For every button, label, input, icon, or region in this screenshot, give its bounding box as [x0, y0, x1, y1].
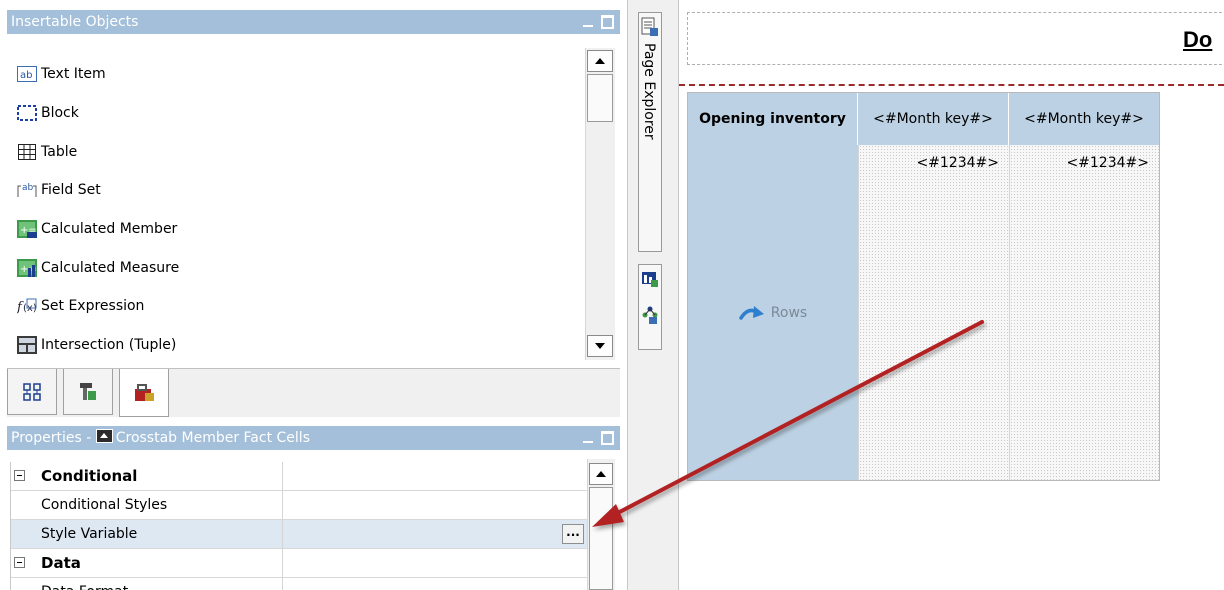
rows-arrow-icon: [739, 305, 764, 320]
scroll-up-icon[interactable]: [587, 50, 613, 72]
data-items-tab-icon: [80, 382, 96, 400]
scroll-thumb[interactable]: [587, 74, 613, 122]
scroll-up-icon[interactable]: [589, 463, 613, 485]
report-title-block[interactable]: Do: [687, 12, 1224, 65]
property-row-conditional-styles[interactable]: Conditional Styles: [11, 491, 587, 520]
crosstab-column-header[interactable]: <#Month key#>: [858, 93, 1009, 145]
property-row-data-format[interactable]: Data Format: [11, 578, 587, 590]
property-name: Conditional: [35, 462, 283, 490]
field-set-icon: ab: [17, 181, 37, 199]
explorer-rail: Page Explorer: [628, 0, 679, 590]
fact-value: <#1234#>: [916, 155, 999, 171]
query-explorer-tab[interactable]: [638, 264, 662, 350]
insertable-item-label: Block: [41, 105, 79, 121]
insertable-item-text-item[interactable]: ab Text Item: [17, 62, 106, 86]
toolbox-tab[interactable]: [119, 369, 169, 417]
table-icon: [17, 143, 37, 161]
insertable-item-table[interactable]: Table: [17, 140, 77, 164]
ellipsis-button[interactable]: ...: [562, 524, 584, 544]
insertable-item-label: Calculated Measure: [41, 260, 180, 276]
rows-label: Rows: [770, 304, 808, 321]
crosstab[interactable]: Opening inventory <#Month key#> <#Month …: [687, 92, 1160, 481]
scroll-thumb[interactable]: [589, 487, 613, 590]
properties-title-object: Crosstab Member Fact Cells: [115, 430, 310, 446]
property-row-style-variable[interactable]: Style Variable ...: [11, 520, 587, 549]
set-expression-icon: f (x): [17, 297, 37, 315]
properties-grid: Conditional Conditional Styles Style Var…: [10, 462, 587, 590]
property-name: Style Variable: [35, 520, 283, 548]
crosstab-fact-cell[interactable]: <#1234#>: [858, 145, 1009, 480]
insertable-item-intersection[interactable]: Intersection (Tuple): [17, 333, 176, 357]
fact-value: <#1234#>: [1066, 155, 1149, 171]
page-explorer-tab[interactable]: Page Explorer: [638, 12, 662, 252]
intersection-icon: [17, 336, 37, 354]
insertable-item-calculated-measure[interactable]: += Calculated Measure: [17, 256, 179, 280]
crosstab-fact-cells-icon: [95, 429, 113, 443]
crosstab-fact-cell[interactable]: <#1234#>: [1009, 145, 1159, 480]
insertable-item-label: Text Item: [41, 66, 106, 82]
insertable-item-label: Field Set: [41, 182, 101, 198]
svg-text:ab: ab: [20, 70, 32, 81]
properties-scrollbar[interactable]: [587, 459, 615, 590]
data-items-tab[interactable]: [63, 369, 113, 415]
crosstab-rows-dropzone[interactable]: Rows: [688, 145, 858, 480]
source-tab-icon: [23, 382, 41, 401]
text-item-icon: ab: [17, 65, 37, 83]
insertable-item-label: Set Expression: [41, 298, 145, 314]
condition-explorer-icon: [642, 306, 658, 324]
collapse-icon[interactable]: [14, 557, 25, 568]
insertable-item-block[interactable]: Block: [17, 101, 79, 125]
calculated-member-icon: +=: [17, 220, 37, 238]
maximize-icon[interactable]: [601, 431, 614, 445]
insertable-item-label: Intersection (Tuple): [41, 337, 177, 353]
toolbox-tab-icon: [135, 383, 154, 401]
property-group-conditional[interactable]: Conditional: [11, 462, 587, 491]
calculated-measure-icon: +=: [17, 259, 37, 277]
minimize-icon[interactable]: [583, 441, 593, 443]
page-header-separator: [679, 84, 1224, 86]
insertable-objects-scrollbar[interactable]: [585, 48, 615, 360]
property-name: Data: [35, 549, 283, 577]
insertable-objects-title: Insertable Objects: [11, 14, 139, 30]
insertable-item-label: Table: [41, 144, 78, 160]
properties-title-prefix: Properties -: [11, 430, 96, 446]
insertable-item-set-expression[interactable]: f (x) Set Expression: [17, 294, 144, 318]
page-explorer-icon: [641, 17, 658, 36]
block-icon: [17, 104, 37, 122]
collapse-icon[interactable]: [14, 470, 25, 481]
report-canvas: Do Opening inventory <#Month key#> <#Mon…: [679, 0, 1224, 590]
insertable-item-field-set[interactable]: ab Field Set: [17, 178, 101, 202]
source-tab[interactable]: [7, 369, 57, 415]
minimize-icon[interactable]: [583, 25, 593, 27]
insertable-item-label: Calculated Member: [41, 221, 178, 237]
crosstab-corner[interactable]: Opening inventory: [688, 93, 858, 145]
properties-titlebar: Properties - Crosstab Member Fact Cells: [7, 426, 620, 450]
query-explorer-icon: [642, 272, 658, 287]
property-name: Data Format: [35, 578, 283, 590]
report-title[interactable]: Do: [1183, 27, 1212, 53]
scroll-down-icon[interactable]: [587, 335, 613, 357]
property-group-data[interactable]: Data: [11, 549, 587, 578]
maximize-icon[interactable]: [601, 15, 614, 29]
property-name: Conditional Styles: [35, 491, 283, 519]
crosstab-column-header[interactable]: <#Month key#>: [1009, 93, 1159, 145]
insertable-objects-titlebar: Insertable Objects: [7, 10, 620, 34]
svg-text:ab: ab: [22, 183, 34, 193]
insertable-item-calculated-member[interactable]: += Calculated Member: [17, 217, 177, 241]
insertable-objects-tabs: [7, 368, 620, 417]
page-explorer-label: Page Explorer: [641, 43, 657, 140]
insertable-objects-list: ab Text Item Block Table ab Field Set +=: [7, 34, 585, 364]
left-pane: Insertable Objects ab Text Item Block Ta…: [0, 0, 628, 590]
